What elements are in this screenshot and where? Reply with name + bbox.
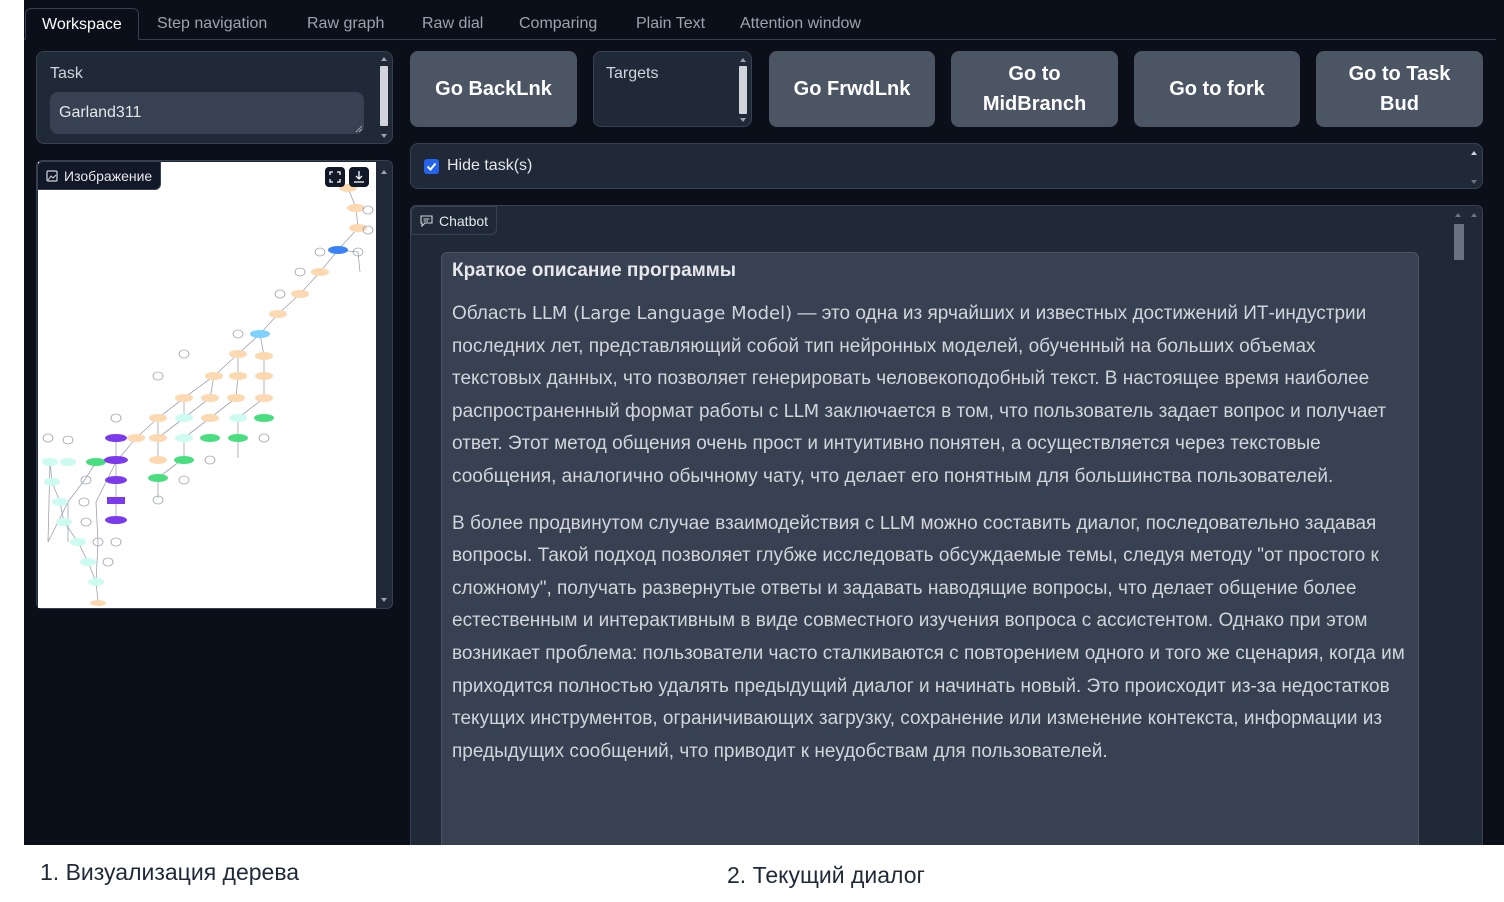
fullscreen-icon (329, 171, 341, 183)
message-paragraph-2: В более продвинутом случае взаимодействи… (452, 512, 1405, 762)
task-panel: Task Garland311 (36, 51, 393, 144)
chatbot-panel: Chatbot Краткое описание программы Облас… (410, 205, 1483, 845)
tab-comparing[interactable]: Comparing (503, 8, 613, 40)
task-label: Task (50, 65, 83, 82)
tab-workspace[interactable]: Workspace (25, 8, 139, 40)
go-to-fork-button[interactable]: Go to fork (1134, 51, 1300, 127)
image-panel: Изображение (36, 160, 393, 609)
download-icon (354, 171, 364, 183)
scroll-down-icon (740, 118, 746, 122)
hide-tasks-checkbox[interactable] (424, 159, 439, 174)
image-icon (46, 169, 58, 182)
tab-raw-dial[interactable]: Raw dial (406, 8, 499, 40)
message-paragraph-1: Область LLM (Large Language Model) — это… (452, 303, 1387, 487)
chatbot-scrollbar[interactable] (1452, 208, 1464, 845)
scroll-up-icon (740, 58, 746, 62)
tree-nodes (42, 184, 374, 606)
targets-panel[interactable]: Targets (593, 51, 752, 127)
caption-current-dialog: 2. Текущий диалог (727, 862, 925, 888)
go-to-task-bud-button[interactable]: Go to Task Bud (1316, 51, 1483, 127)
scroll-up-icon (1471, 213, 1477, 217)
message-heading: Краткое описание программы (452, 260, 737, 281)
caption-tree-visualization: 1. Визуализация дерева (40, 859, 300, 885)
scroll-up-icon (381, 170, 387, 174)
tab-plain-text[interactable]: Plain Text (620, 8, 721, 40)
tree-edges (47, 187, 361, 603)
tab-attention-window[interactable]: Attention window (724, 8, 877, 40)
tree-visualization-image (38, 162, 376, 608)
image-label-badge: Изображение (37, 161, 162, 190)
scroll-up-icon (381, 57, 387, 61)
scroll-up-icon (1455, 213, 1461, 217)
outer-scrollbar[interactable] (1468, 208, 1480, 845)
tab-step-navigation[interactable]: Step navigation (141, 8, 283, 40)
scroll-up-icon (1471, 151, 1477, 155)
task-scrollbar[interactable] (378, 54, 390, 142)
app-window: Workspace Step navigation Raw graph Raw … (24, 0, 1504, 845)
scroll-down-icon (1471, 180, 1477, 184)
hide-tasks-panel: Hide task(s) (410, 143, 1483, 189)
scroll-down-icon (381, 598, 387, 602)
image-scrollbar[interactable] (378, 163, 390, 607)
checkmark-icon (426, 162, 437, 171)
tab-raw-graph[interactable]: Raw graph (291, 8, 400, 40)
chatbot-label-text: Chatbot (439, 212, 489, 229)
tab-bar: Workspace Step navigation Raw graph Raw … (24, 8, 1496, 40)
scroll-down-icon (381, 134, 387, 138)
chatbot-label-badge: Chatbot (411, 206, 498, 235)
resize-handle-icon[interactable] (355, 125, 363, 133)
chat-icon (420, 214, 433, 227)
hide-tasks-label[interactable]: Hide task(s) (447, 157, 532, 175)
chat-message: Краткое описание программы Область LLM (… (441, 252, 1419, 845)
go-backlink-button[interactable]: Go BackLnk (410, 51, 577, 127)
go-to-midbranch-button[interactable]: Go to MidBranch (951, 51, 1118, 127)
go-forwardlink-button[interactable]: Go FrwdLnk (769, 51, 935, 127)
targets-scrollbar[interactable] (737, 54, 749, 126)
fullscreen-button[interactable] (325, 167, 345, 187)
task-input[interactable]: Garland311 (50, 92, 364, 134)
targets-label: Targets (606, 65, 659, 82)
hide-tasks-scrollbar[interactable] (1468, 146, 1480, 188)
tree-graph (42, 184, 374, 606)
download-button[interactable] (349, 167, 369, 187)
image-label-text: Изображение (64, 167, 153, 184)
